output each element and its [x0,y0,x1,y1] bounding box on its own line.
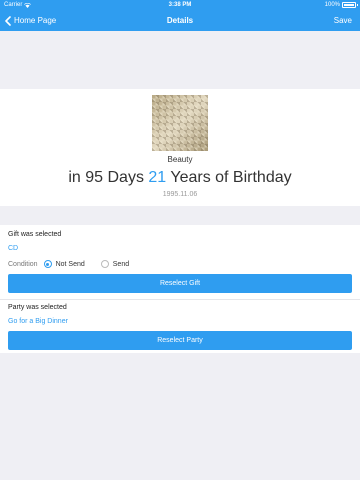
back-button[interactable]: Home Page [5,10,56,31]
battery-indicator: 100% [324,0,358,10]
radio-send[interactable]: Send [100,260,130,268]
countdown-days: in 95 Days [68,169,144,186]
battery-percent: 100% [324,2,340,8]
condition-label: Condition [8,260,38,268]
top-bar: Carrier 3:38 PM 100% Home Page Details S… [0,0,360,31]
radio-label: Not Send [55,260,85,268]
birthday-countdown: in 95 Days 21 Years of Birthday [0,169,360,187]
divider [0,299,360,300]
battery-icon [342,2,358,8]
radio-unchecked-icon [100,260,109,268]
selected-party[interactable]: Go for a Big Dinner [8,318,68,325]
birth-date: 1995.11.06 [162,191,198,198]
profile-card: Beauty in 95 Days 21 Years of Birthday 1… [0,89,360,206]
radio-label: Send [112,260,130,268]
back-button-label: Home Page [14,16,57,25]
reselect-party-button[interactable]: Reselect Party [8,331,352,350]
clock: 3:38 PM [168,2,192,8]
details-panel: Gift was selected CD Condition Not Send … [0,225,360,353]
gift-section-title: Gift was selected [8,231,62,238]
condition-row: Condition Not Send Send [8,259,145,269]
navigation-bar: Home Page Details Save [0,10,360,31]
save-button[interactable]: Save [334,10,352,31]
selected-gift[interactable]: CD [8,245,18,252]
chevron-left-icon [5,15,11,26]
radio-not-send[interactable]: Not Send [43,260,85,268]
radio-checked-icon [43,260,52,268]
party-section-title: Party was selected [8,304,67,311]
person-name: Beauty [167,155,193,164]
reselect-gift-button[interactable]: Reselect Gift [8,274,352,293]
countdown-suffix: Years of Birthday [170,169,292,186]
status-bar: Carrier 3:38 PM 100% [0,0,360,10]
avatar [152,95,208,151]
upcoming-age: 21 [148,169,167,186]
